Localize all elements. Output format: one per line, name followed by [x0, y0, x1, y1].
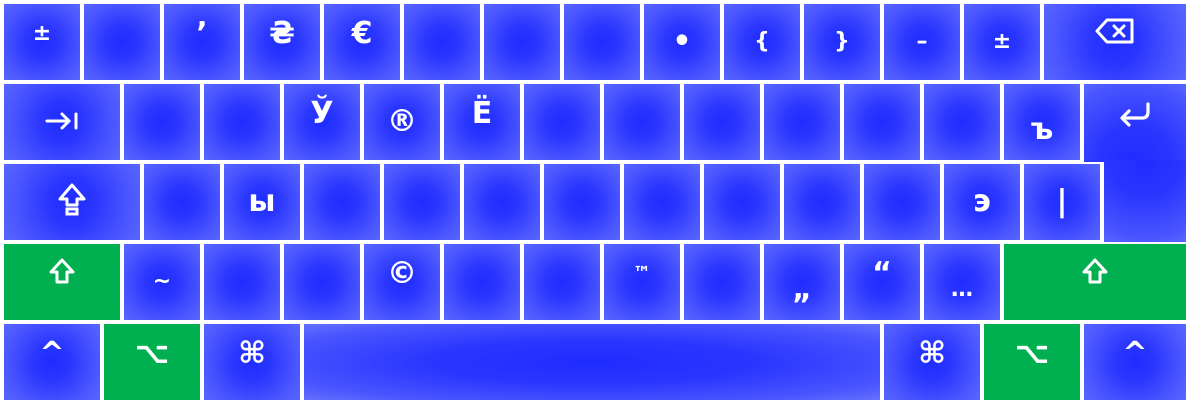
key-label: ₴: [269, 16, 295, 51]
key-plus-minus[interactable]: ±: [964, 4, 1040, 80]
key-label: –: [916, 29, 928, 54]
key-blank[interactable]: [204, 244, 280, 320]
key-euro[interactable]: €: [324, 4, 400, 80]
key-left-option[interactable]: ⌥: [104, 324, 200, 400]
key-blank[interactable]: [544, 164, 620, 240]
key-right-shift[interactable]: [1004, 244, 1186, 320]
key-tab[interactable]: [4, 84, 120, 160]
command-icon: ⌘: [238, 336, 266, 371]
shift-icon: [1081, 257, 1109, 291]
control-icon: ^: [1122, 336, 1148, 371]
virtual-keyboard: ± ’ ₴ € • { } – ± Ў ® Ё ъ ы э | ~ © ™ „ …: [0, 0, 1186, 406]
key-low-double-quote[interactable]: „: [764, 244, 840, 320]
key-blank[interactable]: [524, 244, 600, 320]
key-apostrophe[interactable]: ’: [164, 4, 240, 80]
key-label: “: [872, 256, 892, 291]
key-label: ±: [32, 21, 52, 46]
key-label: €: [351, 16, 373, 51]
key-trademark[interactable]: ™: [604, 244, 680, 320]
key-label: Ё: [471, 96, 493, 131]
key-blank[interactable]: [704, 164, 780, 240]
key-blank[interactable]: [844, 84, 920, 160]
key-blank[interactable]: [144, 164, 220, 240]
key-hryvnia[interactable]: ₴: [244, 4, 320, 80]
key-label: }: [834, 29, 850, 54]
key-label: „: [792, 272, 812, 307]
return-icon: [1084, 84, 1186, 146]
key-label: э: [973, 184, 991, 219]
option-icon: ⌥: [1014, 336, 1050, 371]
key-bullet[interactable]: •: [644, 4, 720, 80]
key-label: {: [754, 29, 770, 54]
key-left-control[interactable]: ^: [4, 324, 100, 400]
key-left-brace[interactable]: {: [724, 4, 800, 80]
key-blank[interactable]: [124, 84, 200, 160]
key-yery[interactable]: ы: [224, 164, 300, 240]
key-blank[interactable]: [624, 164, 700, 240]
key-yo[interactable]: Ё: [444, 84, 520, 160]
key-label: •: [672, 24, 692, 59]
key-left-shift[interactable]: [4, 244, 120, 320]
key-blank[interactable]: [784, 164, 860, 240]
backspace-icon: [1095, 18, 1135, 50]
key-label: ™: [633, 263, 651, 284]
key-blank[interactable]: [464, 164, 540, 240]
key-blank[interactable]: [304, 164, 380, 240]
key-backspace[interactable]: [1044, 4, 1186, 80]
key-hard-sign[interactable]: ъ: [1004, 84, 1080, 160]
key-blank[interactable]: [764, 84, 840, 160]
key-blank[interactable]: [484, 4, 560, 80]
key-blank[interactable]: [684, 244, 760, 320]
key-return-lower[interactable]: [1104, 160, 1186, 242]
key-registered[interactable]: ®: [364, 84, 440, 160]
key-short-u[interactable]: Ў: [284, 84, 360, 160]
key-caps-lock[interactable]: [4, 164, 140, 240]
key-blank[interactable]: [924, 84, 1000, 160]
key-label: Ў: [310, 96, 334, 131]
tab-icon: [45, 107, 79, 137]
key-plus-minus[interactable]: ±: [4, 4, 80, 80]
key-label: ±: [992, 29, 1012, 54]
key-right-brace[interactable]: }: [804, 4, 880, 80]
key-pipe[interactable]: |: [1024, 164, 1100, 240]
key-ellipsis[interactable]: …: [924, 244, 1000, 320]
command-icon: ⌘: [918, 336, 946, 371]
key-blank[interactable]: [284, 244, 360, 320]
key-blank[interactable]: [524, 84, 600, 160]
key-label: ъ: [1030, 112, 1054, 147]
caps-lock-icon: [57, 182, 87, 222]
key-blank[interactable]: [204, 84, 280, 160]
key-label: ~: [152, 269, 172, 294]
key-left-double-quote[interactable]: “: [844, 244, 920, 320]
key-right-control[interactable]: ^: [1084, 324, 1186, 400]
key-label: ’: [196, 16, 208, 51]
key-label: |: [1056, 184, 1068, 219]
key-blank[interactable]: [384, 164, 460, 240]
key-copyright[interactable]: ©: [364, 244, 440, 320]
key-tilde[interactable]: ~: [124, 244, 200, 320]
key-right-command[interactable]: ⌘: [884, 324, 980, 400]
key-blank[interactable]: [404, 4, 480, 80]
key-label: …: [951, 277, 973, 302]
key-e[interactable]: э: [944, 164, 1020, 240]
key-blank[interactable]: [684, 84, 760, 160]
key-blank[interactable]: [444, 244, 520, 320]
shift-icon: [48, 257, 76, 291]
key-label: ы: [248, 184, 276, 219]
key-right-option[interactable]: ⌥: [984, 324, 1080, 400]
control-icon: ^: [39, 336, 65, 371]
key-label: ®: [387, 104, 417, 139]
key-blank[interactable]: [564, 4, 640, 80]
key-en-dash[interactable]: –: [884, 4, 960, 80]
key-space[interactable]: [304, 324, 880, 400]
key-label: ©: [387, 256, 417, 291]
key-blank[interactable]: [604, 84, 680, 160]
option-icon: ⌥: [134, 336, 170, 371]
key-left-command[interactable]: ⌘: [204, 324, 300, 400]
key-blank[interactable]: [864, 164, 940, 240]
key-blank[interactable]: [84, 4, 160, 80]
